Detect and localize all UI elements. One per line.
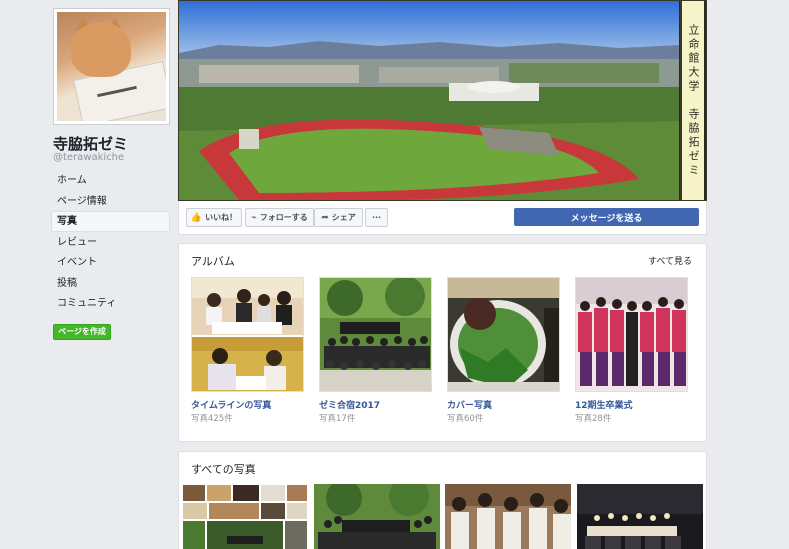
photo-thumbnail[interactable] (182, 484, 310, 549)
cover-sign: 立命館大学 寺脇拓ゼミ (680, 1, 704, 200)
sidebar-item-events[interactable]: イベント (51, 252, 170, 273)
cover-stadium-image (179, 1, 679, 200)
album-name[interactable]: タイムラインの写真 (191, 398, 304, 411)
page-title[interactable]: 寺脇拓ゼミ (53, 133, 128, 154)
create-page-button[interactable]: ページを作成 (53, 324, 111, 340)
photo-thumbnail[interactable] (313, 484, 442, 549)
album-count: 写真17件 (319, 414, 356, 424)
album-thumb-image (448, 278, 559, 391)
album-item[interactable]: カバー写真 写真60件 (447, 277, 560, 424)
album-cover-graduation[interactable] (575, 277, 688, 392)
share-label: シェア (331, 213, 356, 222)
photo-thumbnail[interactable] (576, 484, 705, 549)
share-arrow-icon: ➦ (321, 212, 329, 223)
sidebar-item-community[interactable]: コミュニティ (51, 293, 170, 314)
sidebar-item-reviews[interactable]: レビュー (51, 232, 170, 253)
album-name[interactable]: カバー写真 (447, 398, 560, 411)
photo-night-group-image (576, 484, 703, 549)
album-count: 写真28件 (575, 414, 612, 424)
album-item[interactable]: タイムラインの写真 写真425件 (191, 277, 304, 424)
album-thumb-image (192, 278, 303, 391)
album-item[interactable]: 12期生卒業式 写真28件 (575, 277, 688, 424)
all-photos-title: すべての写真 (191, 463, 256, 476)
see-all-link[interactable]: すべて見る (648, 254, 692, 267)
photo-collage-image (182, 484, 308, 549)
thumbs-up-icon: 👍 (190, 212, 203, 223)
sidebar-item-about[interactable]: ページ情報 (51, 191, 170, 212)
album-count: 写真425件 (191, 414, 233, 424)
cat-body (71, 22, 131, 77)
like-button[interactable]: 👍 いいね！ (186, 208, 242, 227)
album-name[interactable]: 12期生卒業式 (575, 398, 688, 411)
album-thumb-image (576, 278, 687, 391)
share-button[interactable]: ➦ シェア (314, 208, 363, 227)
album-count: 写真60件 (447, 414, 484, 424)
album-cover-seminar-camp[interactable] (319, 277, 432, 392)
sidebar-item-posts[interactable]: 投稿 (51, 273, 170, 294)
album-cover-cover-photos[interactable] (447, 277, 560, 392)
sidebar-item-photos[interactable]: 写真 (51, 211, 170, 232)
send-message-button[interactable]: メッセージを送る (514, 208, 699, 226)
more-button[interactable]: ··· (365, 208, 388, 227)
profile-photo-cat (57, 12, 166, 121)
album-cover-timeline[interactable] (191, 277, 304, 392)
like-label: いいね！ (205, 213, 238, 222)
follow-label: フォローする (259, 213, 308, 222)
photo-thumbnail[interactable] (445, 484, 573, 549)
more-icon: ··· (371, 213, 382, 222)
photos-grid (182, 484, 704, 549)
sidebar-item-home[interactable]: ホーム (51, 170, 170, 191)
photo-indoor-image (445, 484, 571, 549)
sidebar-nav: ホーム ページ情報 写真 レビュー イベント 投稿 コミュニティ (51, 170, 170, 314)
page-handle[interactable]: @terawakiche (53, 152, 124, 163)
photo-group-image (313, 484, 440, 549)
album-item[interactable]: ゼミ合宿2017 写真17件 (319, 277, 432, 424)
page-action-bar: 👍 いいね！ ⌁ フォローする ➦ シェア ··· メッセージを送る (178, 201, 707, 235)
albums-title: アルバム (191, 255, 235, 268)
follow-button[interactable]: ⌁ フォローする (245, 208, 314, 227)
albums-section: アルバム すべて見る タイムラインの写真 写真425件 ゼミ合宿2017 写真1… (178, 243, 707, 442)
profile-picture[interactable] (53, 8, 170, 125)
cover-photo[interactable]: 立命館大学 寺脇拓ゼミ (178, 0, 707, 201)
album-name[interactable]: ゼミ合宿2017 (319, 398, 432, 411)
cover-sign-text: 立命館大学 寺脇拓ゼミ (687, 23, 700, 178)
rss-icon: ⌁ (251, 212, 257, 223)
album-thumb-image (320, 278, 431, 391)
all-photos-section: すべての写真 (178, 451, 707, 549)
